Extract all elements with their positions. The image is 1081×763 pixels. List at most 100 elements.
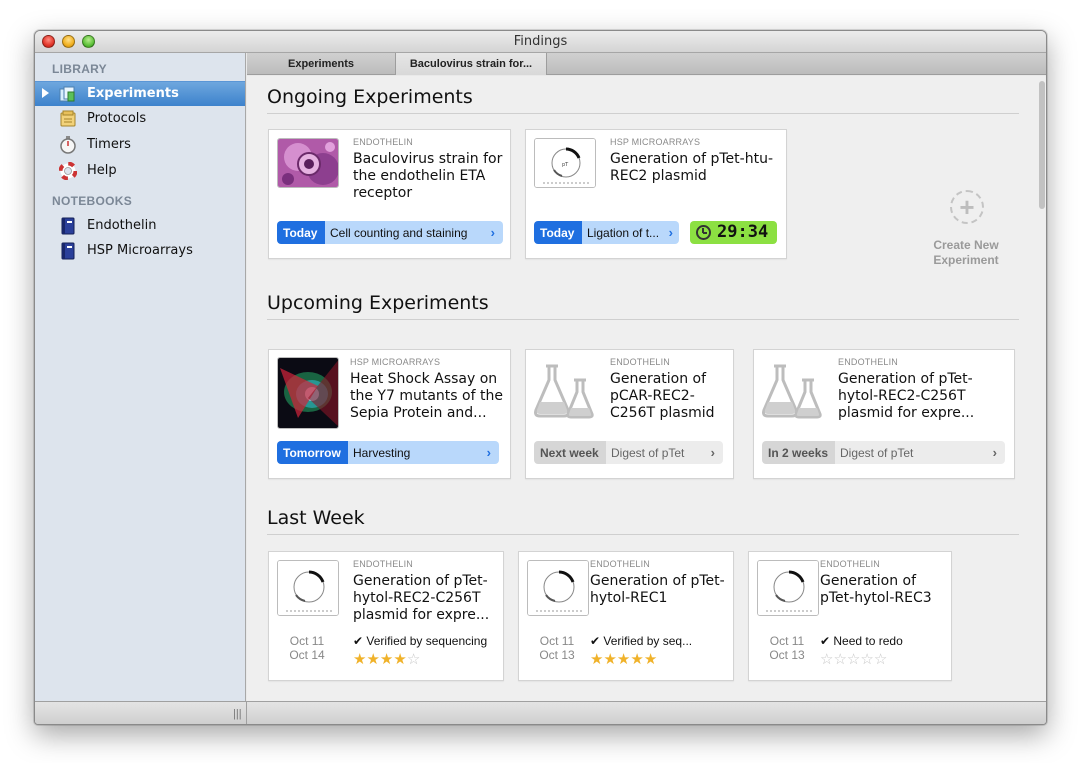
chevron-right-icon: › [710, 445, 715, 460]
star-empty-icon[interactable]: ☆ [407, 651, 420, 668]
star-empty-icon[interactable]: ☆ [847, 651, 860, 668]
sidebar-item-label: Endothelin [87, 218, 157, 233]
star-filled-icon[interactable]: ★ [366, 651, 379, 668]
sidebar-item-protocols[interactable]: Protocols [35, 107, 245, 132]
notebook-label: ENDOTHELIN [838, 357, 899, 367]
start-date: Oct 11 [539, 634, 575, 648]
tab-bar: Experiments Baculovirus strain for... [247, 53, 1046, 75]
create-new-experiment-button[interactable]: Create New Experiment [916, 238, 1016, 268]
plasmid-map-thumbnail: pT [534, 138, 596, 188]
upcoming-experiment-card[interactable]: ENDOTHELIN Generation of pTet-hytol-REC2… [753, 349, 1015, 479]
step-label: Cell counting and staining [325, 221, 503, 244]
next-step-pill[interactable]: Next week Digest of pTet › [534, 441, 723, 464]
star-filled-icon[interactable]: ★ [603, 651, 616, 668]
bottom-bar: ||| [35, 701, 1046, 724]
star-filled-icon[interactable]: ★ [590, 651, 603, 668]
star-filled-icon[interactable]: ★ [617, 651, 630, 668]
start-date: Oct 11 [769, 634, 805, 648]
upcoming-experiment-card[interactable]: HSP MICROARRAYS Heat Shock Assay on the … [268, 349, 511, 479]
ongoing-experiment-card[interactable]: ENDOTHELIN Baculovirus strain for the en… [268, 129, 511, 259]
notebook-label: ENDOTHELIN [610, 357, 671, 367]
end-date: Oct 13 [539, 648, 575, 662]
library-header: LIBRARY [52, 62, 107, 76]
ongoing-experiment-card[interactable]: pT HSP MICROARRAYS Generation of pTet-ht… [525, 129, 787, 259]
upcoming-section-title: Upcoming Experiments [267, 292, 489, 314]
microscopy-thumbnail [277, 357, 339, 429]
chevron-right-icon: › [992, 445, 997, 460]
sidebar-item-endothelin[interactable]: Endothelin [35, 214, 245, 239]
step-when: In 2 weeks [762, 441, 835, 464]
chevron-right-icon: › [668, 225, 673, 240]
next-step-pill[interactable]: In 2 weeks Digest of pTet › [762, 441, 1005, 464]
plasmid-map-thumbnail [527, 560, 589, 616]
sidebar-item-label: Protocols [87, 111, 147, 126]
sidebar-item-help[interactable]: Help [35, 159, 245, 184]
star-empty-icon[interactable]: ☆ [833, 651, 846, 668]
ongoing-section-title: Ongoing Experiments [267, 86, 473, 108]
star-empty-icon[interactable]: ☆ [820, 651, 833, 668]
star-empty-icon[interactable]: ☆ [874, 651, 887, 668]
star-filled-icon[interactable]: ★ [630, 651, 643, 668]
end-date: Oct 13 [769, 648, 805, 662]
sidebar-item-timers[interactable]: Timers [35, 133, 245, 158]
sidebar-item-hsp-microarrays[interactable]: HSP Microarrays [35, 239, 245, 264]
plasmid-map-thumbnail [277, 560, 339, 616]
timer-icon [60, 136, 76, 154]
notebook-icon [61, 217, 75, 235]
experiment-title: Heat Shock Assay on the Y7 mutants of th… [350, 371, 503, 421]
star-filled-icon[interactable]: ★ [380, 651, 393, 668]
sidebar-item-label: Experiments [87, 86, 179, 101]
sidebar-divider [246, 702, 247, 724]
date-range: Oct 11 Oct 13 [759, 634, 815, 662]
sidebar-item-experiments[interactable]: Experiments [35, 81, 245, 106]
last-week-section-title: Last Week [267, 507, 365, 529]
vertical-scrollbar[interactable] [1036, 76, 1046, 701]
step-when: Next week [534, 441, 606, 464]
step-when: Today [277, 221, 325, 244]
notebooks-header: NOTEBOOKS [52, 194, 133, 208]
chevron-right-icon: › [486, 445, 491, 460]
end-date: Oct 14 [289, 648, 325, 662]
timer-value: 29:34 [717, 222, 769, 242]
notebook-label: ENDOTHELIN [353, 559, 414, 569]
tab-baculovirus-strain[interactable]: Baculovirus strain for... [396, 53, 547, 75]
star-filled-icon[interactable]: ★ [393, 651, 406, 668]
completed-experiment-card[interactable]: ENDOTHELIN Generation of pTet-hytol-REC3… [748, 551, 952, 681]
experiment-title: Generation of pCAR-REC2-C256T plasmid [610, 371, 715, 421]
section-divider [267, 319, 1019, 320]
sidebar-resize-grip[interactable]: ||| [233, 708, 242, 720]
title-bar: Findings [35, 31, 1046, 53]
upcoming-experiment-card[interactable]: ENDOTHELIN Generation of pCAR-REC2-C256T… [525, 349, 734, 479]
date-range: Oct 11 Oct 14 [279, 634, 335, 662]
star-filled-icon[interactable]: ★ [353, 651, 366, 668]
notebook-label: HSP MICROARRAYS [350, 357, 441, 367]
notebook-label: ENDOTHELIN [820, 559, 881, 569]
completed-experiment-card[interactable]: ENDOTHELIN Generation of pTet-hytol-REC2… [268, 551, 504, 681]
star-rating[interactable]: ☆☆☆☆☆ [820, 650, 887, 668]
main-content: Ongoing Experiments ENDOTHELIN Baculovir… [247, 76, 1046, 701]
sidebar-item-label: HSP Microarrays [87, 243, 193, 258]
section-divider [267, 534, 1019, 535]
next-step-pill[interactable]: Tomorrow Harvesting › [277, 441, 499, 464]
star-filled-icon[interactable]: ★ [644, 651, 657, 668]
next-step-pill[interactable]: Today Cell counting and staining › [277, 221, 503, 244]
start-date: Oct 11 [289, 634, 325, 648]
completed-experiment-card[interactable]: ENDOTHELIN Generation of pTet-hytol-REC1… [518, 551, 734, 681]
step-label: Digest of pTet [606, 441, 723, 464]
step-timer[interactable]: 29:34 [690, 221, 777, 244]
next-step-pill[interactable]: Today Ligation of t... › [534, 221, 679, 244]
scrollbar-thumb[interactable] [1039, 81, 1045, 209]
section-divider [267, 113, 1019, 114]
window-title: Findings [513, 34, 568, 49]
notebook-label: ENDOTHELIN [353, 137, 414, 147]
experiment-title: Generation of pTet-hytol-REC1 [590, 573, 725, 606]
tab-experiments[interactable]: Experiments [247, 53, 396, 75]
star-empty-icon[interactable]: ☆ [860, 651, 873, 668]
star-rating[interactable]: ★★★★☆ [353, 650, 420, 668]
star-rating[interactable]: ★★★★★ [590, 650, 657, 668]
experiments-icon [59, 86, 75, 102]
help-lifebuoy-icon [59, 162, 77, 180]
create-experiment-plus-icon[interactable]: + [950, 190, 984, 224]
experiment-title: Baculovirus strain for the endothelin ET… [353, 151, 503, 201]
experiment-title: Generation of pTet-htu-REC2 plasmid [610, 151, 773, 184]
